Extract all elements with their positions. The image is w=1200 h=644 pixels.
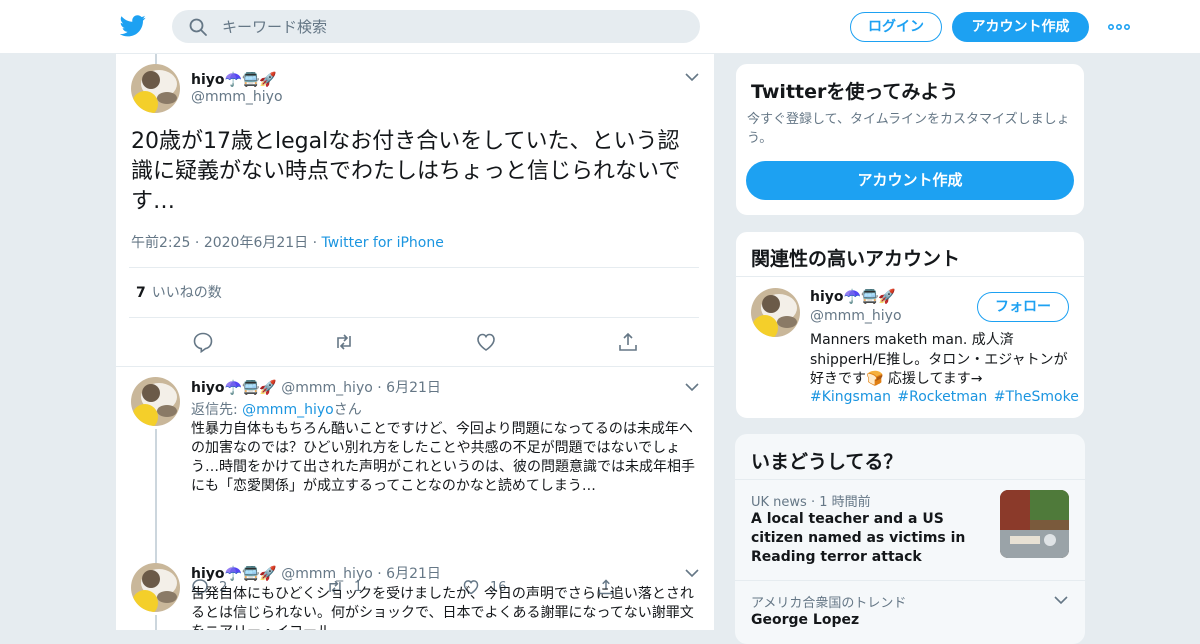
author-name[interactable]: hiyo [191, 566, 225, 582]
avatar[interactable] [131, 377, 180, 426]
signup-card-title: Twitterを使ってみよう [751, 81, 959, 103]
reply-tweet[interactable]: hiyo☂️🚍🚀 @mmm_hiyo · 6月21日 返信先: @mmm_hiy… [116, 377, 714, 596]
trend-category: アメリカ合衆国のトレンド [751, 596, 907, 611]
author-name[interactable]: hiyo [191, 72, 225, 88]
tweet-author[interactable]: hiyo☂️🚍🚀 [191, 69, 277, 88]
chevron-down-icon[interactable] [1054, 595, 1068, 605]
more-dots-icon[interactable] [1107, 18, 1131, 36]
news-thumbnail[interactable] [1000, 490, 1069, 558]
divider [129, 267, 699, 268]
avatar[interactable] [131, 563, 180, 612]
search-input[interactable] [222, 10, 682, 43]
signup-card: Twitterを使ってみよう 今すぐ登録して、タイムラインをカスタマイズしましょ… [735, 63, 1085, 216]
reply-date[interactable]: 6月21日 [386, 380, 441, 396]
reply-header: hiyo☂️🚍🚀 @mmm_hiyo · 6月21日 [191, 380, 441, 396]
avatar-image [131, 563, 180, 612]
reply-header: hiyo☂️🚍🚀 @mmm_hiyo · 6月21日 [191, 566, 441, 582]
tweet-column: hiyo☂️🚍🚀 @mmm_hiyo 20歳が17歳とlegalなお付き合いをし… [115, 54, 715, 630]
author-name[interactable]: hiyo [191, 380, 225, 396]
tweet-time[interactable]: 午前2:25 [131, 235, 190, 251]
tweet-meta: 午前2:25 · 2020年6月21日 · Twitter for iPhone [131, 235, 444, 251]
related-account-hashtags[interactable]: #Kingsman #Rocketman #TheSmoke [810, 389, 1079, 405]
related-accounts-card: 関連性の高いアカウント hiyo☂️🚍🚀 @mmm_hiyo フォロー Mann… [735, 231, 1085, 419]
related-account-handle[interactable]: @mmm_hiyo [810, 308, 902, 324]
avatar-image [131, 64, 180, 113]
likes-count[interactable]: 7 いいねの数 [136, 282, 222, 302]
like-icon[interactable] [475, 331, 497, 353]
top-bar: ログイン アカウント作成 [0, 0, 1200, 54]
login-button[interactable]: ログイン [850, 12, 942, 42]
news-category: UK news · 1 時間前 [751, 495, 871, 510]
divider [735, 479, 1085, 480]
reply-to: 返信先: @mmm_hiyoさん [191, 402, 362, 418]
twitter-bird-icon[interactable] [120, 14, 146, 38]
retweet-icon[interactable] [333, 331, 355, 353]
signup-card-button[interactable]: アカウント作成 [746, 161, 1074, 200]
share-icon[interactable] [617, 331, 639, 353]
trends-card-title: いまどうしてる？ [751, 451, 903, 473]
tweet-text: 20歳が17歳とlegalなお付き合いをしていた、という認識に疑義がない時点でわ… [131, 129, 681, 214]
author-emoji: ☂️🚍🚀 [224, 566, 277, 582]
divider [736, 276, 1084, 277]
reply-date[interactable]: 6月21日 [386, 566, 441, 582]
trend-name[interactable]: George Lopez [751, 612, 859, 628]
avatar-image [751, 288, 800, 337]
thread-line [155, 54, 157, 64]
news-title[interactable]: A local teacher and a US citizen named a… [751, 510, 996, 567]
signup-card-desc: 今すぐ登録して、タイムラインをカスタマイズしましょう。 [747, 112, 1070, 146]
related-card-title: 関連性の高いアカウント [751, 248, 961, 270]
divider [735, 580, 1085, 581]
reply-icon[interactable] [192, 331, 214, 353]
author-emoji: ☂️🚍🚀 [224, 380, 277, 396]
chevron-down-icon[interactable] [685, 72, 699, 82]
search-icon [189, 18, 207, 36]
signup-button[interactable]: アカウント作成 [952, 12, 1089, 42]
tweet-source[interactable]: Twitter for iPhone [322, 235, 444, 251]
related-account-name[interactable]: hiyo☂️🚍🚀 [810, 289, 896, 305]
reply-text: 告発自体にもひどくショックを受けましたが、今日の声明でさらに追い落とされるとは信… [191, 586, 694, 630]
follow-button[interactable]: フォロー [977, 292, 1069, 322]
thread-line [155, 429, 157, 567]
avatar-image [131, 377, 180, 426]
author-emoji: ☂️🚍🚀 [224, 72, 277, 88]
thread-line [155, 615, 157, 630]
author-handle[interactable]: @mmm_hiyo [281, 566, 373, 582]
search-bar [172, 10, 700, 43]
author-handle[interactable]: @mmm_hiyo [281, 380, 373, 396]
divider [129, 317, 699, 318]
author-handle[interactable]: @mmm_hiyo [191, 89, 283, 105]
tweet-date[interactable]: 2020年6月21日 [204, 235, 308, 251]
avatar[interactable] [131, 64, 180, 113]
reply-tweet[interactable]: hiyo☂️🚍🚀 @mmm_hiyo · 6月21日 告発自体にもひどくショック… [116, 563, 714, 630]
chevron-down-icon[interactable] [685, 568, 699, 578]
avatar[interactable] [751, 288, 800, 337]
reply-to-link[interactable]: @mmm_hiyo [242, 402, 334, 418]
chevron-down-icon[interactable] [685, 382, 699, 392]
news-image [1000, 490, 1069, 558]
trends-card: いまどうしてる？ UK news · 1 時間前 A local teacher… [735, 434, 1085, 644]
reply-text: 性暴力自体ももちろん酷いことですけど、今回より問題になってるのは未成年への加害な… [191, 421, 695, 494]
divider [116, 366, 714, 367]
related-account-bio: Manners maketh man. 成人済shipperH/E推し。タロン・… [810, 332, 1068, 387]
